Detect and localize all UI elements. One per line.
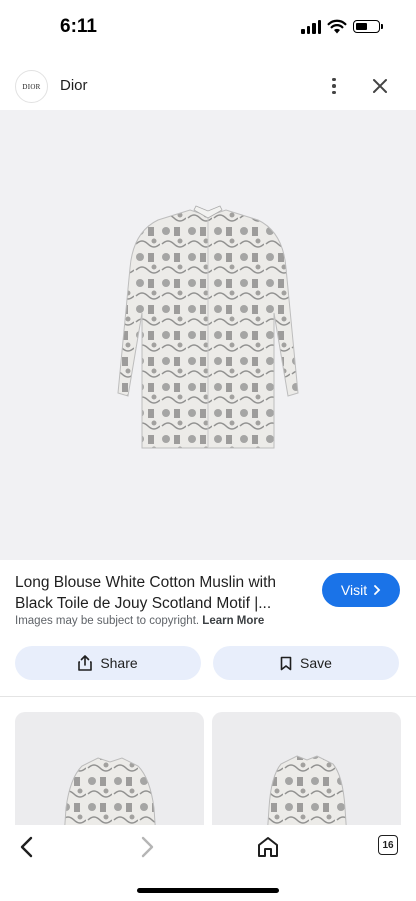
visit-button[interactable]: Visit: [322, 573, 400, 607]
wifi-icon: [327, 19, 347, 34]
site-logo: DIOR: [15, 70, 48, 103]
site-header: DIOR Dior: [0, 66, 416, 108]
related-product-image: [266, 755, 348, 832]
visit-label: Visit: [340, 582, 368, 598]
divider: [0, 696, 416, 697]
site-name: Dior: [60, 77, 88, 94]
copyright-notice: Images may be subject to copyright. Lear…: [15, 615, 264, 627]
related-result-card[interactable]: [15, 712, 204, 832]
share-icon: [78, 655, 93, 671]
share-button[interactable]: Share: [15, 646, 201, 680]
share-label: Share: [100, 655, 138, 671]
related-result-card[interactable]: [212, 712, 401, 832]
status-bar: 6:11: [0, 0, 416, 58]
result-title[interactable]: Long Blouse White Cotton Muslin with Bla…: [15, 572, 305, 614]
home-icon[interactable]: [255, 834, 281, 860]
save-label: Save: [300, 655, 332, 671]
save-button[interactable]: Save: [213, 646, 399, 680]
chevron-right-icon: [374, 585, 381, 595]
forward-arrow-icon[interactable]: [134, 833, 160, 861]
back-arrow-icon[interactable]: [14, 833, 40, 861]
product-image: [117, 205, 299, 449]
home-indicator[interactable]: [137, 888, 279, 893]
cellular-signal-icon: [301, 19, 321, 34]
more-options-icon[interactable]: [322, 74, 346, 98]
copyright-text: Images may be subject to copyright.: [15, 615, 200, 627]
status-time: 6:11: [60, 16, 97, 37]
related-product-image: [63, 757, 157, 832]
image-preview[interactable]: [0, 110, 416, 560]
status-icons: [301, 19, 383, 34]
tabs-count-button[interactable]: 16: [378, 835, 398, 855]
battery-icon: [353, 20, 383, 33]
bookmark-icon: [280, 656, 292, 670]
learn-more-link[interactable]: Learn More: [202, 615, 264, 627]
bottom-nav: 16: [0, 825, 416, 901]
close-icon[interactable]: [368, 74, 392, 98]
